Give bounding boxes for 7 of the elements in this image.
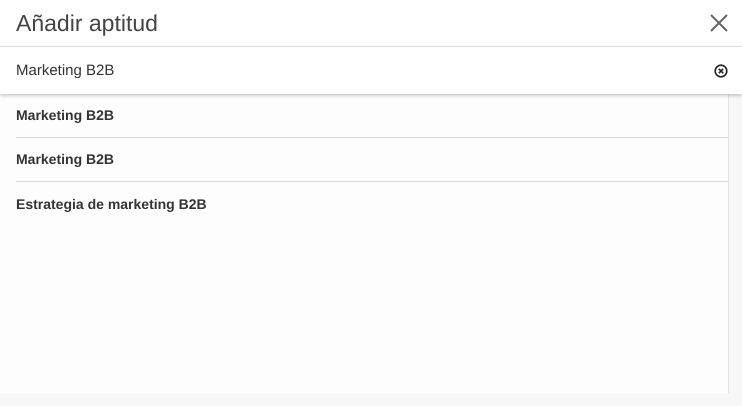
clear-button[interactable] xyxy=(713,63,728,78)
close-button[interactable] xyxy=(708,12,730,34)
dialog-title: Añadir aptitud xyxy=(16,8,158,38)
suggestion-item[interactable]: Marketing B2B xyxy=(16,105,114,126)
suggestion-item[interactable]: Marketing B2B xyxy=(16,149,114,170)
search-field[interactable]: Marketing B2B xyxy=(0,47,742,94)
suggestion-item[interactable]: Estrategia de marketing B2B xyxy=(16,194,207,214)
